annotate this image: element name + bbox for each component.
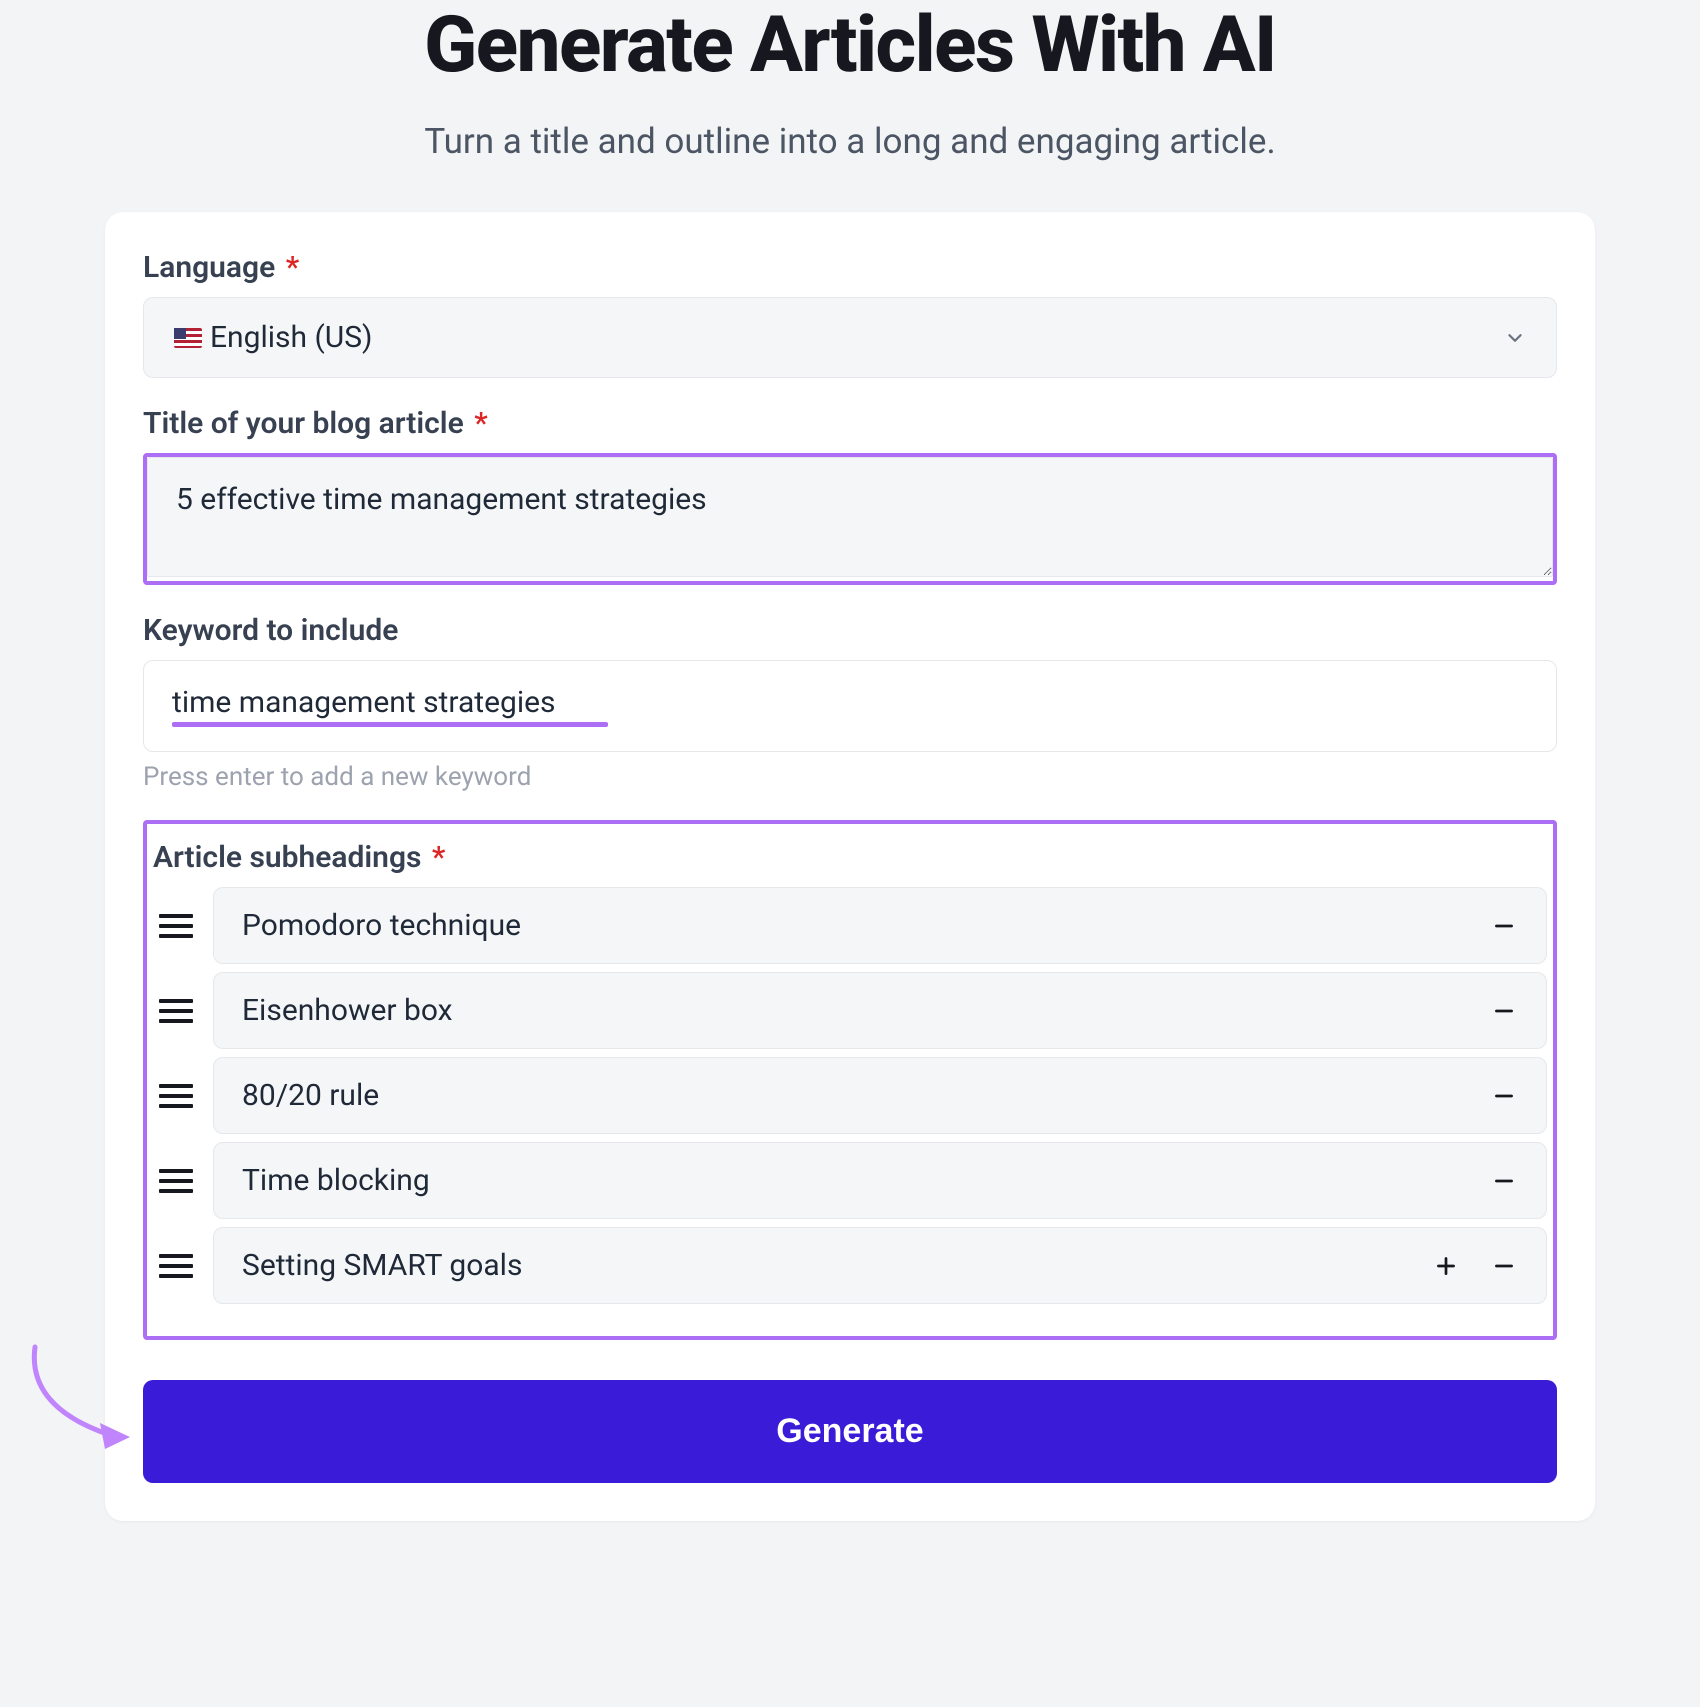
- subheading-input[interactable]: Setting SMART goals: [213, 1227, 1547, 1304]
- remove-subheading-icon[interactable]: [1490, 1252, 1518, 1280]
- drag-handle-icon[interactable]: [159, 1249, 193, 1283]
- page-subtitle: Turn a title and outline into a long and…: [0, 121, 1700, 162]
- subheading-row: Eisenhower box: [147, 972, 1553, 1049]
- subheadings-label-text: Article subheadings: [153, 840, 421, 875]
- language-label-text: Language: [143, 250, 275, 285]
- remove-subheading-icon[interactable]: [1490, 1167, 1518, 1195]
- subheading-text: Setting SMART goals: [242, 1248, 1432, 1283]
- subheading-actions: [1490, 1167, 1518, 1195]
- subheading-actions: [1490, 1082, 1518, 1110]
- drag-handle-icon[interactable]: [159, 1164, 193, 1198]
- subheading-actions: [1432, 1252, 1518, 1280]
- drag-handle-icon[interactable]: [159, 994, 193, 1028]
- subheading-text: Eisenhower box: [242, 993, 1490, 1028]
- subheading-row: Pomodoro technique: [147, 887, 1553, 964]
- subheading-text: 80/20 rule: [242, 1078, 1490, 1113]
- keyword-helper: Press enter to add a new keyword: [143, 762, 1557, 792]
- subheading-row: Time blocking: [147, 1142, 1553, 1219]
- remove-subheading-icon[interactable]: [1490, 912, 1518, 940]
- title-textarea[interactable]: [147, 457, 1553, 577]
- subheading-input[interactable]: Eisenhower box: [213, 972, 1547, 1049]
- subheading-text: Time blocking: [242, 1163, 1490, 1198]
- subheading-input[interactable]: Time blocking: [213, 1142, 1547, 1219]
- flag-us-icon: [174, 328, 202, 348]
- remove-subheading-icon[interactable]: [1490, 997, 1518, 1025]
- language-value: English (US): [210, 320, 372, 355]
- subheading-actions: [1490, 912, 1518, 940]
- title-label-text: Title of your blog article: [143, 406, 464, 441]
- form-card: Language * English (US) Title of your bl…: [105, 212, 1595, 1521]
- title-label: Title of your blog article *: [143, 406, 1557, 441]
- chevron-down-icon: [1504, 327, 1526, 349]
- subheadings-highlight-box: Article subheadings * Pomodoro technique…: [143, 820, 1557, 1340]
- subheading-text: Pomodoro technique: [242, 908, 1490, 943]
- drag-handle-icon[interactable]: [159, 909, 193, 943]
- keyword-input[interactable]: time management strategies: [143, 660, 1557, 752]
- language-select[interactable]: English (US): [143, 297, 1557, 378]
- subheading-actions: [1490, 997, 1518, 1025]
- language-label: Language *: [143, 250, 1557, 285]
- subheading-row: Setting SMART goals: [147, 1227, 1553, 1304]
- keyword-value: time management strategies: [172, 685, 556, 726]
- keyword-label: Keyword to include: [143, 613, 1557, 648]
- subheading-input[interactable]: Pomodoro technique: [213, 887, 1547, 964]
- title-highlight-box: [143, 453, 1557, 585]
- required-indicator: *: [432, 840, 445, 875]
- subheadings-label: Article subheadings *: [147, 840, 1553, 887]
- required-indicator: *: [474, 406, 487, 441]
- generate-button[interactable]: Generate: [143, 1380, 1557, 1483]
- drag-handle-icon[interactable]: [159, 1079, 193, 1113]
- arrow-annotation-icon: [15, 1337, 155, 1457]
- page-title: Generate Articles With AI: [0, 0, 1700, 91]
- remove-subheading-icon[interactable]: [1490, 1082, 1518, 1110]
- subheading-row: 80/20 rule: [147, 1057, 1553, 1134]
- add-subheading-icon[interactable]: [1432, 1252, 1460, 1280]
- required-indicator: *: [286, 250, 299, 285]
- subheading-input[interactable]: 80/20 rule: [213, 1057, 1547, 1134]
